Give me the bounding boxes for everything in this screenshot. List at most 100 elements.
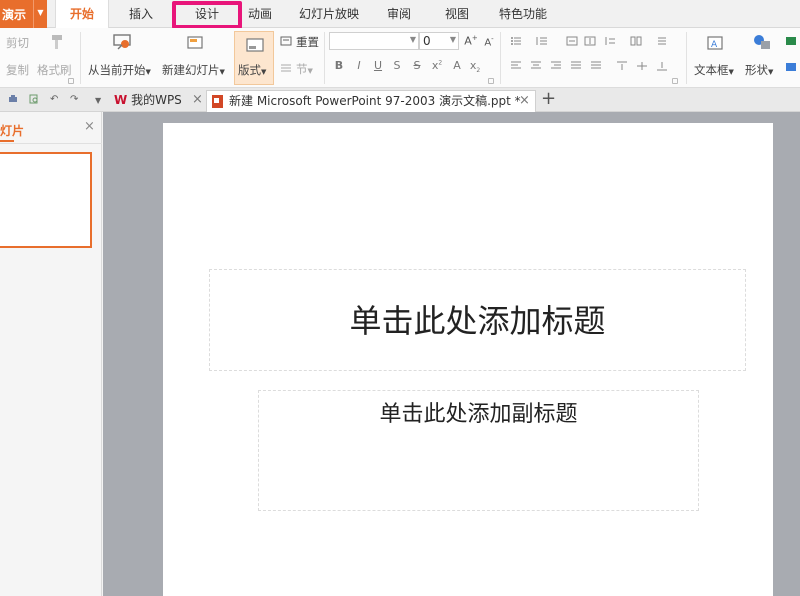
watermark-brand: Bai du 经验 <box>616 532 772 596</box>
layout-label: 版式▼ <box>238 62 266 78</box>
slides-panel: 灯片 × <box>0 112 102 596</box>
italic-icon[interactable]: I <box>352 59 366 72</box>
svg-text:A: A <box>711 40 718 50</box>
new-slide-label: 新建幻灯片 <box>162 63 220 77</box>
chevron-down-icon[interactable]: ▼ <box>410 35 416 44</box>
shrink-font-icon[interactable]: A- <box>482 35 496 48</box>
tab-view[interactable]: 视图 <box>436 0 478 28</box>
ribbon-separator <box>80 32 81 84</box>
align-text-bottom-icon[interactable] <box>656 61 668 71</box>
tab-home[interactable]: 开始 <box>55 0 109 29</box>
chevron-down-icon: ▼ <box>768 68 774 76</box>
chevron-down-icon[interactable]: ▼ <box>33 0 47 28</box>
align-left-icon[interactable] <box>510 61 522 71</box>
cut-button[interactable]: 剪切 <box>6 35 29 51</box>
shape-label: 形状 <box>745 63 768 77</box>
char-spacing-icon[interactable]: x2 <box>468 59 482 74</box>
font-size-value: 0 <box>423 34 431 48</box>
align-text-middle-icon[interactable] <box>636 61 648 71</box>
layout-label-text: 版式 <box>238 63 261 77</box>
increase-indent-icon[interactable] <box>584 36 596 46</box>
wps-logo-icon: W <box>114 93 128 107</box>
picture-icon[interactable] <box>785 36 797 46</box>
justify-icon[interactable] <box>570 61 582 71</box>
text-direction-icon[interactable] <box>656 36 668 46</box>
font-size-combo[interactable]: 0 ▼ <box>419 32 459 50</box>
from-current-button[interactable]: 从当前开始▼ <box>88 62 151 78</box>
document-tab-bar: ↶ ↷ ▼ W 我的WPS × 新建 Microsoft PowerPoint … <box>0 88 800 112</box>
reset-icon <box>280 36 292 46</box>
slideshow-play-icon <box>113 34 131 50</box>
grow-font-icon[interactable]: A+ <box>464 34 478 48</box>
underline-icon[interactable]: U <box>371 59 385 72</box>
numbered-list-icon[interactable] <box>536 36 548 46</box>
tab-slideshow[interactable]: 幻灯片放映 <box>293 0 365 28</box>
chevron-down-icon[interactable]: ▼ <box>95 96 101 105</box>
decrease-indent-icon[interactable] <box>566 36 578 46</box>
undo-icon[interactable]: ↶ <box>50 94 58 105</box>
tab-design[interactable]: 设计 <box>176 0 238 28</box>
line-spacing-icon[interactable] <box>604 36 616 46</box>
tab-review[interactable]: 审阅 <box>378 0 420 28</box>
new-tab-icon[interactable]: + <box>541 89 556 109</box>
font-launcher-icon[interactable] <box>488 78 494 84</box>
chevron-down-icon: ▼ <box>261 68 267 76</box>
clipboard-launcher-icon[interactable] <box>68 78 74 84</box>
font-name-combo[interactable]: ▼ <box>329 32 419 50</box>
from-current-label: 从当前开始 <box>88 63 146 77</box>
redo-icon[interactable]: ↷ <box>70 94 78 105</box>
layout-button[interactable]: 版式▼ <box>234 31 274 85</box>
columns-icon[interactable] <box>630 36 642 46</box>
tab-my-wps-label: 我的WPS <box>131 93 182 107</box>
section-button[interactable]: 节▼ <box>296 61 313 77</box>
ribbon-separator <box>500 32 501 84</box>
close-icon[interactable]: × <box>519 91 530 111</box>
app-menu-label: 演示 <box>2 8 27 22</box>
format-painter-icon <box>52 35 62 49</box>
text-shadow-icon[interactable]: S <box>390 59 404 72</box>
align-center-icon[interactable] <box>530 61 542 71</box>
tab-insert[interactable]: 插入 <box>115 0 167 28</box>
print-icon[interactable] <box>8 94 18 104</box>
tab-special-features[interactable]: 特色功能 <box>493 0 553 28</box>
strikethrough-icon[interactable]: S <box>410 59 424 72</box>
chevron-down-icon: ▼ <box>728 68 734 76</box>
tab-my-wps[interactable]: W 我的WPS <box>114 90 182 112</box>
text-box-label: 文本框 <box>694 63 729 77</box>
subtitle-placeholder[interactable]: 单击此处添加副标题 <box>258 390 699 511</box>
title-placeholder-text: 单击此处添加标题 <box>349 302 606 340</box>
paragraph-launcher-icon[interactable] <box>672 78 678 84</box>
app-menu-button[interactable]: 演示 ▼ <box>0 0 47 28</box>
layout-icon <box>246 38 264 52</box>
bullet-list-icon[interactable] <box>510 36 522 46</box>
new-slide-button[interactable]: 新建幻灯片▼ <box>162 62 225 78</box>
slide-thumbnail[interactable] <box>0 152 92 248</box>
ribbon-toolbar: 剪切 复制 格式刷 从当前开始▼ 新建幻灯片▼ 版式▼ 重置 节▼ ▼ 0 ▼ … <box>0 28 800 88</box>
ribbon-separator <box>324 32 325 84</box>
close-icon[interactable]: × <box>84 119 95 134</box>
bold-icon[interactable]: B <box>332 59 346 72</box>
text-box-button[interactable]: 文本框▼ <box>694 62 734 78</box>
art-text-icon[interactable] <box>785 62 797 72</box>
ppt-file-icon <box>212 95 223 108</box>
align-text-top-icon[interactable] <box>616 61 628 71</box>
align-right-icon[interactable] <box>550 61 562 71</box>
format-painter-button[interactable]: 格式刷 <box>37 62 72 78</box>
reset-button[interactable]: 重置 <box>296 34 319 50</box>
shape-icon <box>754 35 770 49</box>
subtitle-placeholder-text: 单击此处添加副标题 <box>379 402 578 427</box>
tab-document-label: 新建 Microsoft PowerPoint 97-2003 演示文稿.ppt… <box>229 94 521 108</box>
font-color-icon[interactable]: A <box>450 59 464 72</box>
menu-tab-bar: 演示 ▼ 开始 插入 设计 动画 幻灯片放映 审阅 视图 特色功能 <box>0 0 800 29</box>
superscript-icon[interactable]: x2 <box>430 59 444 72</box>
title-placeholder[interactable]: 单击此处添加标题 <box>209 269 746 371</box>
tab-animation[interactable]: 动画 <box>242 0 278 28</box>
copy-button[interactable]: 复制 <box>6 62 29 78</box>
chevron-down-icon[interactable]: ▼ <box>450 35 456 44</box>
print-preview-icon[interactable] <box>29 94 39 104</box>
distribute-icon[interactable] <box>590 61 602 71</box>
slides-panel-title[interactable]: 灯片 <box>0 122 24 139</box>
shape-button[interactable]: 形状▼ <box>745 62 773 78</box>
tab-document[interactable]: 新建 Microsoft PowerPoint 97-2003 演示文稿.ppt… <box>206 90 536 112</box>
close-icon[interactable]: × <box>192 92 203 107</box>
